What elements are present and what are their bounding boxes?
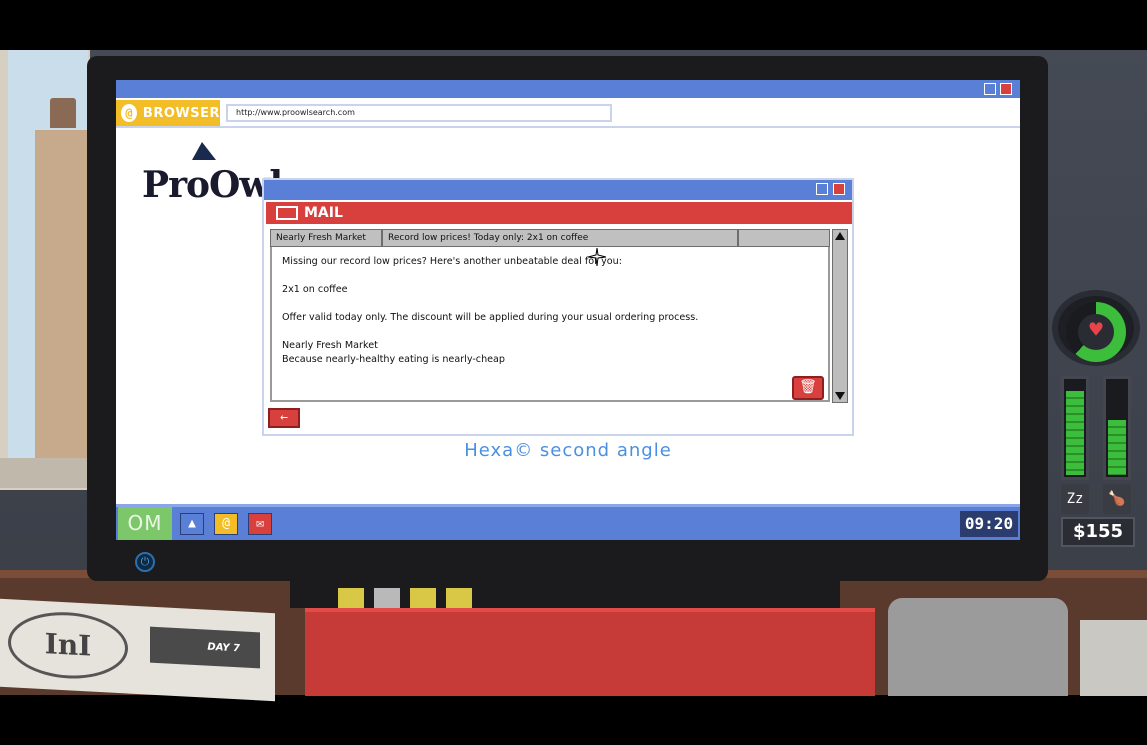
newspaper-logo: InI [8,609,128,682]
mail-body-line: 2x1 on coffee [282,284,348,295]
start-button[interactable]: OM [118,507,172,540]
delete-mail-button[interactable]: 🗑 [792,376,824,400]
trash-icon: 🗑 [799,379,817,395]
mail-close-button[interactable] [833,183,845,195]
heart-icon: ♥ [1078,314,1114,350]
minimize-button[interactable] [984,83,996,95]
browser-tab[interactable]: @ BROWSER [116,100,220,126]
scroll-down-icon[interactable] [835,392,845,400]
monitor-key-3[interactable] [410,588,436,610]
health-ring: ♥ [1066,302,1126,362]
home-app-icon[interactable]: ▲ [180,513,204,535]
browser-tab-label: BROWSER [142,105,220,121]
telephone[interactable] [888,598,1068,696]
owl-hat-icon [192,142,216,160]
mail-body-line: Offer valid today only. The discount wil… [282,312,699,323]
drumstick-icon: 🍗 [1103,484,1131,514]
mail-app-icon[interactable]: ✉ [248,513,272,535]
mail-minimize-button[interactable] [816,183,828,195]
back-button[interactable]: ← [268,408,300,428]
newspaper-day: DAY 7 [150,626,260,669]
arrow-left-icon: ← [280,410,288,425]
food-meter-fill [1108,420,1126,475]
window-titlebar [116,80,1020,98]
taskbar: OM ▲ @ ✉ 09:20 [116,504,1020,540]
mail-scrollbar[interactable] [832,229,848,403]
clock: 09:20 [960,511,1018,537]
sleep-meter-fill [1066,390,1084,475]
url-field[interactable]: http://www.proowlsearch.com [226,104,612,122]
mail-empty-column [738,229,830,247]
mail-window: MAIL Nearly Fresh Market Record low pric… [262,178,854,436]
crosshair-cursor-icon [588,248,606,266]
keyboard [1080,620,1147,696]
scroll-up-icon[interactable] [835,232,845,240]
zz-icon: Zz [1061,484,1089,514]
monitor-key-1[interactable] [338,588,364,610]
window-sill [0,458,92,488]
outside-building [35,130,90,460]
food-meter [1103,376,1131,480]
mail-header: MAIL [266,202,852,224]
sleep-meter [1061,376,1089,480]
mail-columns: Nearly Fresh Market Record low prices! T… [270,229,830,247]
room-window [0,50,90,490]
monitor-key-2[interactable] [374,588,400,610]
page-center-text: Hexa© second angle [464,440,672,461]
mail-titlebar [264,180,852,200]
envelope-icon [276,206,298,220]
notebook[interactable] [305,608,875,696]
mail-body-line: Nearly Fresh Market [282,340,378,351]
monitor-stand [290,580,840,608]
mail-body-line: Missing our record low prices? Here's an… [282,256,622,267]
health-gauge: ♥ [1052,290,1140,366]
power-button[interactable]: ⏻ [135,552,155,572]
money-display: $155 [1061,517,1135,547]
mail-sender: Nearly Fresh Market [270,229,382,247]
browser-toolbar: @ BROWSER http://www.proowlsearch.com [116,98,1020,128]
mail-body-line: Because nearly-healthy eating is nearly-… [282,354,506,365]
water-tower [50,98,76,128]
newspaper[interactable]: InI DAY 7 [0,598,275,702]
mail-subject: Record low prices! Today only: 2x1 on co… [382,229,738,247]
mail-body: Missing our record low prices? Here's an… [270,247,830,402]
owl-browser-icon: @ [121,104,137,122]
mail-title: MAIL [304,205,343,221]
close-button[interactable] [1000,83,1012,95]
browser-app-icon[interactable]: @ [214,513,238,535]
monitor-key-4[interactable] [446,588,472,610]
